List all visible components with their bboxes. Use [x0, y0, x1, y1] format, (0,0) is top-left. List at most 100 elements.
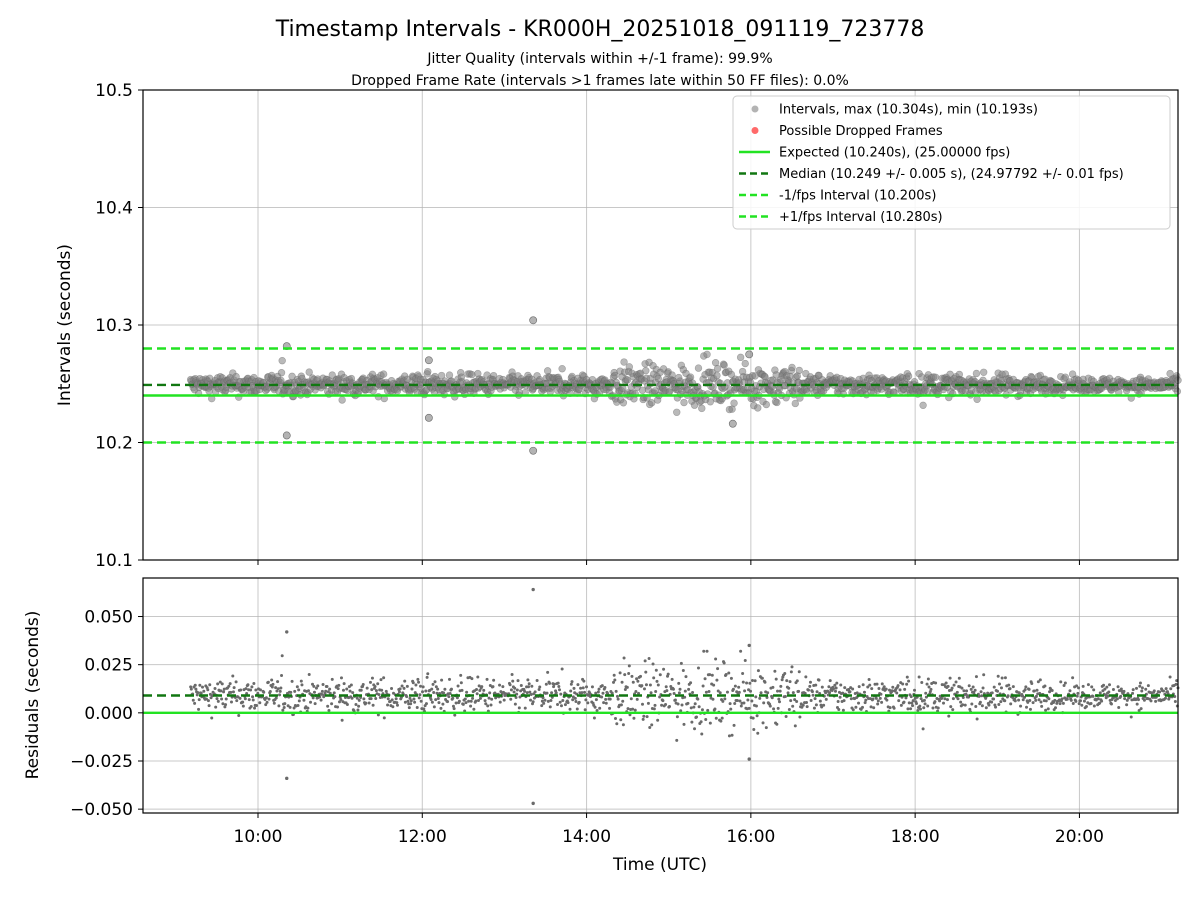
residual-point [691, 691, 695, 695]
residual-point [1081, 684, 1085, 688]
residual-point [635, 677, 639, 681]
residual-point [771, 685, 775, 689]
residual-point [1079, 699, 1083, 703]
residual-point [686, 701, 690, 705]
residual-point [216, 682, 220, 686]
legend-label: Intervals, max (10.304s), min (10.193s) [779, 103, 1038, 118]
residual-point [241, 700, 245, 704]
residual-point [620, 680, 624, 684]
residual-point [216, 699, 220, 703]
residual-point [559, 692, 563, 696]
residual-point [354, 702, 358, 706]
residual-point [336, 687, 340, 691]
residual-point [486, 704, 490, 708]
residual-point [570, 680, 574, 684]
residual-point [600, 695, 604, 699]
residual-point [857, 685, 861, 689]
residual-point [906, 707, 910, 711]
residual-point [557, 684, 561, 688]
residual-point [1092, 688, 1096, 692]
residual-point [1119, 694, 1123, 698]
residuals-y-tick-label: −0.025 [70, 752, 133, 772]
residual-point [328, 687, 332, 691]
residual-point [290, 679, 294, 683]
residual-point [293, 689, 297, 693]
residual-point [574, 700, 578, 704]
interval-point [277, 368, 286, 377]
residual-point [654, 668, 658, 672]
residual-point [566, 701, 570, 705]
residual-point [194, 687, 198, 691]
residual-point [414, 683, 418, 687]
residual-point [907, 679, 911, 683]
residual-point [951, 708, 955, 712]
residual-point [577, 700, 581, 704]
residual-point [368, 680, 372, 684]
residual-point [340, 718, 344, 722]
interval-point [973, 395, 981, 403]
residual-point [1044, 699, 1048, 703]
residual-point [974, 675, 978, 679]
residual-point [229, 700, 233, 704]
residual-point [901, 682, 905, 686]
residual-point [550, 691, 554, 695]
residual-point [710, 673, 714, 677]
residual-point [759, 691, 763, 695]
residual-point [711, 697, 715, 701]
residual-point [498, 700, 502, 704]
residual-point [221, 702, 225, 706]
residual-point [838, 695, 842, 699]
residual-point [270, 685, 274, 689]
residual-point [586, 701, 590, 705]
interval-point [791, 399, 800, 408]
interval-point [736, 353, 745, 362]
residual-point [272, 701, 276, 705]
residual-point [619, 718, 623, 722]
residual-point [895, 691, 899, 695]
residual-point [593, 705, 597, 709]
residual-point [880, 700, 884, 704]
residual-point [778, 689, 782, 693]
residual-point [592, 716, 596, 720]
residual-point [576, 683, 580, 687]
residual-point [546, 670, 550, 674]
residual-point [307, 689, 311, 693]
interval-point [642, 366, 650, 375]
residual-point [926, 704, 930, 708]
residual-point [805, 705, 809, 709]
residual-point [202, 689, 206, 693]
residual-point [191, 698, 195, 702]
residual-point [917, 675, 921, 679]
residual-point [364, 701, 368, 705]
residual-point [656, 718, 660, 722]
intervals-y-tick-label: 10.4 [95, 199, 133, 219]
residual-point [332, 691, 336, 695]
residual-point [1062, 684, 1066, 688]
interval-outlier-point [745, 350, 754, 359]
residual-point [812, 706, 816, 710]
residual-point [813, 697, 817, 701]
residual-point [300, 683, 304, 687]
residual-point [1006, 694, 1010, 698]
residual-point [689, 681, 693, 685]
residual-point [460, 688, 464, 692]
residual-point [981, 686, 985, 690]
interval-point [1173, 387, 1182, 396]
interval-point [788, 363, 796, 372]
residual-point [321, 682, 325, 686]
residual-point [1038, 678, 1042, 682]
residual-point [956, 697, 960, 701]
residual-point [635, 697, 639, 701]
residual-point [402, 686, 406, 690]
residual-point [942, 701, 946, 705]
residual-point [789, 699, 793, 703]
residual-point [704, 690, 708, 694]
residual-point [544, 682, 548, 686]
residual-point [1023, 688, 1027, 692]
residual-point [1034, 698, 1038, 702]
residual-point [693, 727, 697, 731]
residual-point [556, 681, 560, 685]
residual-point [330, 702, 334, 706]
residual-point [729, 676, 733, 680]
residual-point [189, 687, 193, 691]
